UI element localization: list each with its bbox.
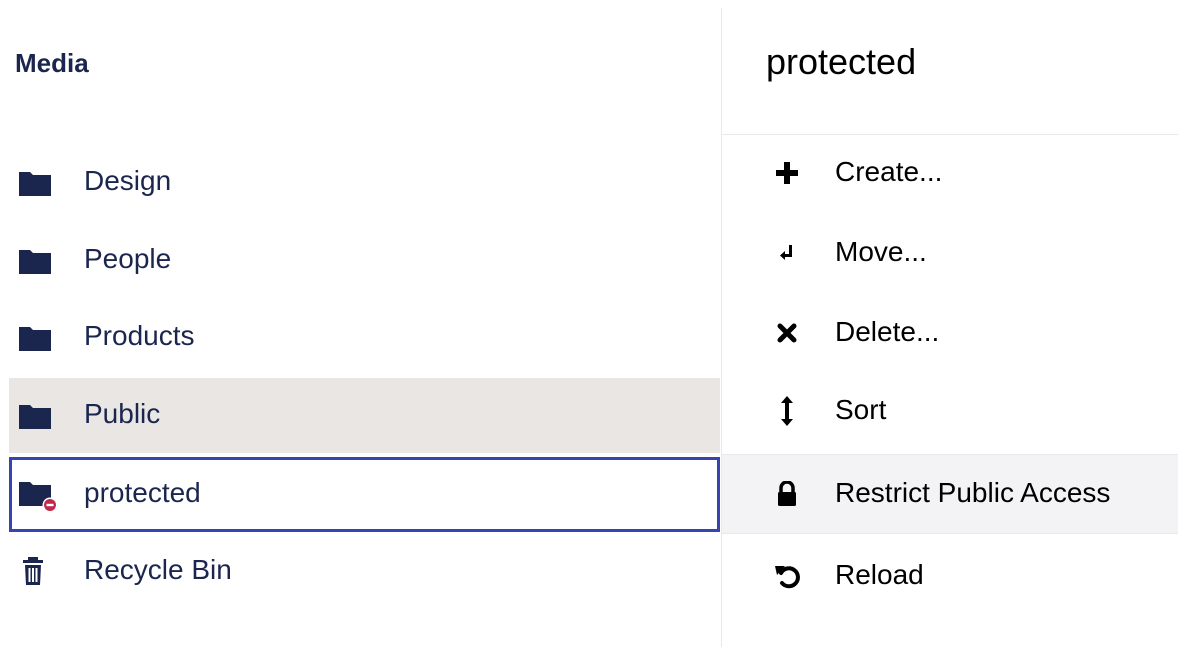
protected-folder-icon [19,482,58,513]
action-label: Sort [835,394,887,425]
tree-item-label: People [84,243,172,274]
tree-item-recycle-bin[interactable]: Recycle Bin [9,534,720,609]
actions-title: protected [766,41,917,82]
tree-item-label: Products [84,320,195,351]
action-label: Create... [835,156,943,187]
delete-action[interactable]: Delete... [722,294,1178,374]
actions-header: protected [722,8,1178,135]
sort-icon [774,396,800,426]
tree-item-people[interactable]: People [9,223,720,298]
folder-icon [19,327,51,351]
folder-icon [19,172,51,196]
tree-item-products[interactable]: Products [9,300,720,375]
folder-icon [19,250,51,274]
action-label: Restrict Public Access [835,477,1111,508]
tree-item-label: Public [84,398,161,429]
tree-title[interactable]: Media [15,48,89,79]
sort-action[interactable]: Sort [722,372,1178,452]
tree-item-label: Recycle Bin [84,554,232,585]
tree-item-protected[interactable]: protected [9,457,720,532]
reload-action[interactable]: Reload [722,537,1178,617]
trash-icon [23,557,43,585]
move-action[interactable]: Move... [722,214,1178,294]
move-icon [774,240,800,266]
plus-icon [774,160,800,186]
create-action[interactable]: Create... [722,134,1178,214]
lock-icon [774,481,800,507]
tree-item-label: Design [84,165,172,196]
action-label: Reload [835,559,924,590]
action-label: Delete... [835,316,940,347]
action-label: Move... [835,236,927,267]
reload-icon [774,563,800,589]
delete-icon [774,320,800,346]
tree-item-design[interactable]: Design [9,145,720,220]
restrict-public-access-action[interactable]: Restrict Public Access [722,454,1178,534]
folder-icon [19,405,51,429]
tree-item-public[interactable]: Public [9,378,720,453]
actions-panel: protected Create... Move... Delete... So… [721,8,1178,647]
media-tree: Media Design People Products Public prot… [0,0,721,647]
tree-item-label: protected [84,477,201,508]
